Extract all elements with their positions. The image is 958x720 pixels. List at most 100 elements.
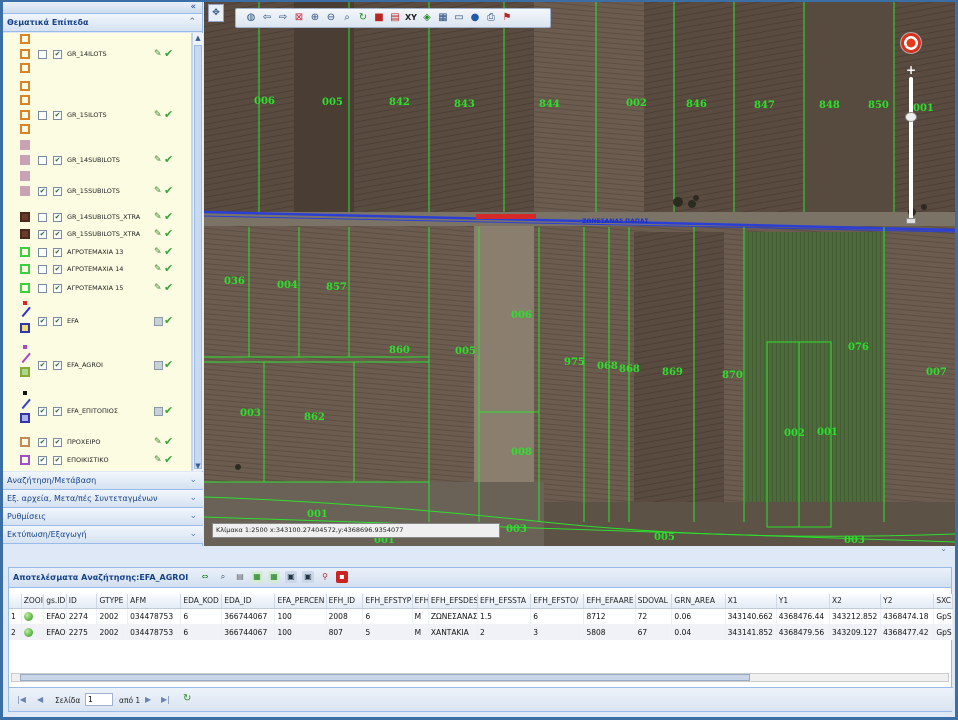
edit-pencil-icon[interactable]: ✎	[154, 264, 164, 274]
next-page-icon[interactable]: ▶	[145, 695, 151, 704]
parcel-label[interactable]: 005	[322, 97, 343, 108]
column-header[interactable]: ID	[66, 594, 98, 609]
table-row[interactable]: 1 EFAOI 2274 2002 034478753 6 366744067 100 2008…	[9, 608, 953, 624]
visibility-checkbox[interactable]	[38, 111, 47, 120]
edit-pencil-icon[interactable]: ✎	[154, 437, 164, 447]
visibility-checkbox[interactable]	[38, 265, 47, 274]
parcel-label[interactable]: 868	[619, 364, 640, 375]
last-page-icon[interactable]: ▶|	[161, 695, 170, 704]
export-excel-icon[interactable]: ▦	[251, 571, 263, 583]
visibility-checkbox[interactable]: ✔	[38, 230, 47, 239]
column-header[interactable]: gs.ID	[43, 594, 67, 609]
layer-icon[interactable]: ■	[372, 11, 386, 25]
zoom-to-feature-icon[interactable]	[21, 624, 45, 640]
parcel-label[interactable]: 036	[224, 276, 245, 287]
column-header[interactable]: SDOVAL	[635, 594, 673, 609]
parcel-label[interactable]: 001	[913, 103, 934, 114]
column-header[interactable]	[9, 594, 22, 609]
globe2-icon[interactable]: ●	[468, 11, 482, 25]
parcel-label[interactable]: 007	[926, 367, 947, 378]
parcel-label[interactable]: 005	[455, 346, 476, 357]
check-icon[interactable]: ✔	[164, 405, 173, 417]
column-header[interactable]: EFA_PERCEN	[274, 594, 327, 609]
parcel-label[interactable]: 003	[240, 408, 261, 419]
column-header[interactable]: X1	[725, 594, 777, 609]
check-icon[interactable]: ✔	[164, 109, 173, 121]
check-icon[interactable]: ✔	[164, 48, 173, 60]
edit-pencil-icon[interactable]: ✎	[154, 49, 164, 59]
edit-pencil-icon[interactable]: ✎	[154, 212, 164, 222]
check-icon[interactable]: ✔	[164, 185, 173, 197]
target-icon[interactable]	[900, 32, 922, 54]
column-header[interactable]: EFH_EFSDES	[428, 594, 479, 609]
scroll-up-icon[interactable]: ▲	[193, 33, 203, 43]
parcel-label[interactable]: 842	[389, 97, 410, 108]
zoom-track[interactable]	[909, 77, 913, 222]
attribute-table-icon[interactable]	[154, 317, 163, 326]
layer-checkbox[interactable]: ✔	[53, 230, 62, 239]
parcel-label[interactable]: 002	[784, 428, 805, 439]
edit-pencil-icon[interactable]: ✎	[154, 110, 164, 120]
xy-icon[interactable]: XY	[404, 11, 418, 25]
check-icon[interactable]: ✔	[164, 454, 173, 466]
parcel-label[interactable]: 862	[304, 412, 325, 423]
column-header[interactable]: EFH	[412, 594, 429, 609]
parcel-label[interactable]: 860	[389, 345, 410, 356]
layer-checkbox[interactable]: ✔	[53, 407, 62, 416]
parcel-label[interactable]: 006	[511, 310, 532, 321]
zoom-in-plus-icon[interactable]: +	[906, 64, 916, 76]
visibility-checkbox[interactable]: ✔	[38, 361, 47, 370]
parcel-label[interactable]: 869	[662, 367, 683, 378]
visibility-checkbox[interactable]: ✔	[38, 438, 47, 447]
attribute-table-icon[interactable]	[154, 361, 163, 370]
zoom-out-icon[interactable]: ⊖	[324, 11, 338, 25]
column-header[interactable]: EFH_EFSTYP	[362, 594, 413, 609]
section-settings[interactable]: Ρυθμίσεις ⌄	[3, 508, 203, 526]
edit-pencil-icon[interactable]: ✎	[154, 155, 164, 165]
check-icon[interactable]: ✔	[164, 246, 173, 258]
page-input[interactable]	[85, 693, 113, 706]
layer-checkbox[interactable]: ✔	[53, 438, 62, 447]
check-icon[interactable]: ✔	[164, 263, 173, 275]
parcel-label[interactable]: 846	[686, 99, 707, 110]
grid-icon[interactable]: ▦	[436, 11, 450, 25]
parcel-label[interactable]: 002	[626, 98, 647, 109]
parcel-label[interactable]: 844	[539, 99, 560, 110]
layer-checkbox[interactable]: ✔	[53, 111, 62, 120]
columns-icon[interactable]: ▣	[302, 571, 314, 583]
column-header[interactable]: ZOOI	[21, 594, 45, 609]
clear-icon[interactable]: ▪	[336, 571, 348, 583]
edit-pencil-icon[interactable]: ✎	[154, 283, 164, 293]
layer-checkbox[interactable]: ✔	[53, 317, 62, 326]
layer-checkbox[interactable]: ✔	[53, 361, 62, 370]
visibility-checkbox[interactable]	[38, 156, 47, 165]
visibility-checkbox[interactable]: ✔	[38, 407, 47, 416]
first-page-icon[interactable]: |◀	[17, 695, 26, 704]
edit-pencil-icon[interactable]: ✎	[154, 229, 164, 239]
zoom-in-icon[interactable]: ⊕	[308, 11, 322, 25]
visibility-checkbox[interactable]: ✔	[38, 317, 47, 326]
edit-pencil-icon[interactable]: ✎	[154, 247, 164, 257]
parcel-label[interactable]: 850	[868, 100, 889, 111]
attribute-table-icon[interactable]	[154, 407, 163, 416]
column-header[interactable]: EFH_ID	[326, 594, 364, 609]
zoom-to-feature-icon[interactable]	[21, 608, 45, 624]
select-rows-icon[interactable]: ▤	[234, 571, 246, 583]
parcel-label[interactable]: 004	[277, 280, 298, 291]
zoom-extent-icon[interactable]: ⊠	[292, 11, 306, 25]
section-thematic-layers[interactable]: Θεματικά Επίπεδα ⌃	[3, 14, 202, 32]
column-header[interactable]: AFM	[127, 594, 182, 609]
visibility-checkbox[interactable]	[38, 50, 47, 59]
parcel-label[interactable]: 076	[848, 342, 869, 353]
parcel-label[interactable]: 843	[454, 99, 475, 110]
chevron-down-icon[interactable]: ⌄	[189, 526, 197, 543]
table-icon[interactable]: ▣	[285, 571, 297, 583]
map-view[interactable]: ✥ ◍ ⇦ ⇨ ⊠ ⊕ ⊖ ⌕ ↻ ■ ▤ XY ◈ ▦ ▭ ● ⎙ ⚑ + 0…	[204, 2, 955, 546]
scroll-down-icon[interactable]: ▼	[193, 461, 203, 471]
parcel-label[interactable]: 001	[307, 509, 328, 520]
layer-list-scrollbar[interactable]: ▲ ▼	[192, 33, 203, 471]
column-header[interactable]: EFH_EFSSTA	[477, 594, 532, 609]
layer-checkbox[interactable]: ✔	[53, 50, 62, 59]
layer-checkbox[interactable]: ✔	[53, 248, 62, 257]
export-csv-icon[interactable]: ▦	[268, 571, 280, 583]
